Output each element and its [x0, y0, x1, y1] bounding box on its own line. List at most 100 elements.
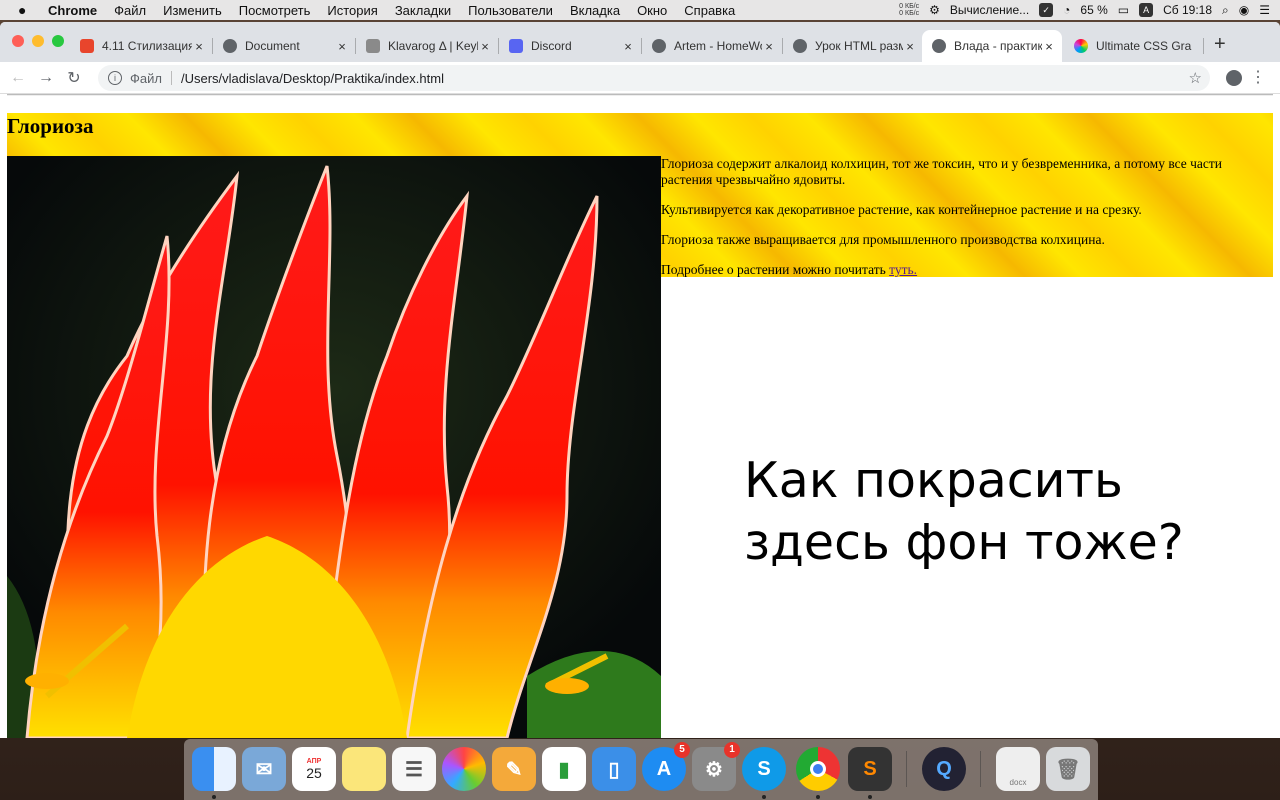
system-preferences-icon[interactable]: ⚙ 1 — [692, 742, 740, 791]
keynote-icon[interactable]: ▯ — [592, 747, 636, 791]
tab-document[interactable]: Document × — [213, 30, 355, 62]
new-tab-button[interactable]: + — [1214, 33, 1226, 56]
tab-close-icon[interactable]: × — [335, 39, 349, 54]
tab-close-icon[interactable]: × — [192, 39, 206, 54]
reminders-icon[interactable]: ☰ — [392, 747, 436, 791]
dock-separator — [906, 751, 907, 787]
minimize-window-button[interactable] — [32, 35, 44, 47]
calendar-month: АПР — [306, 757, 322, 765]
browser-toolbar: ← → ↻ i Файл /Users/vladislava/Desktop/P… — [0, 62, 1280, 94]
tab-title: 4.11 Стилизация — [102, 39, 192, 53]
tab-html-lesson[interactable]: Урок HTML разм × — [783, 30, 923, 62]
battery-percent[interactable]: 65 % — [1080, 3, 1107, 17]
gradient-icon — [1074, 39, 1088, 53]
window-controls — [12, 35, 72, 47]
reload-icon[interactable]: ↻ — [60, 68, 88, 88]
notes-icon[interactable] — [342, 747, 386, 791]
app-menu[interactable]: Chrome — [48, 3, 97, 18]
menu-tab[interactable]: Вкладка — [570, 3, 620, 18]
question-text: Как покрасить здесь фон тоже? — [744, 452, 1184, 571]
globe-icon — [223, 39, 237, 53]
file-label: docx — [1009, 778, 1027, 787]
numbers-icon[interactable]: ▮ — [542, 747, 586, 791]
scheme-label: Файл — [130, 70, 162, 86]
running-indicator — [762, 795, 766, 799]
forward-arrow-icon[interactable]: → — [32, 69, 60, 87]
net-down: 0 КБ/с — [899, 10, 920, 17]
paragraph-cultivation: Культивируется как декоративное растение… — [661, 202, 1142, 217]
tab-vlada-praktika[interactable]: Влада - практик × — [922, 30, 1062, 62]
back-arrow-icon[interactable]: ← — [4, 69, 32, 87]
close-window-button[interactable] — [12, 35, 24, 47]
maximize-window-button[interactable] — [52, 35, 64, 47]
menu-file[interactable]: Файл — [114, 3, 146, 18]
menu-window[interactable]: Окно — [637, 3, 667, 18]
siri-icon[interactable]: ◉ — [1239, 3, 1249, 17]
menu-history[interactable]: История — [327, 3, 377, 18]
tab-title: Klavarog Δ | Keyb — [388, 39, 478, 53]
running-indicator — [212, 795, 216, 799]
mail-icon[interactable]: ✉ — [242, 747, 286, 791]
tab-stylization[interactable]: 4.11 Стилизация × — [70, 30, 212, 62]
menu-dots-icon[interactable]: ⋮ — [1250, 67, 1266, 87]
photos-icon[interactable] — [442, 747, 486, 791]
menu-edit[interactable]: Изменить — [163, 3, 222, 18]
tab-css-gradient[interactable]: Ultimate CSS Gra — [1064, 30, 1204, 62]
spotlight-icon[interactable]: ⌕ — [1222, 3, 1229, 18]
globe-icon — [932, 39, 946, 53]
apple-icon[interactable]: ● — [18, 2, 34, 18]
page-heading: Глориоза — [7, 114, 94, 138]
description-column: Глориоза содержит алкалоид колхицин, тот… — [661, 156, 1271, 292]
profile-avatar-icon[interactable] — [1226, 70, 1242, 86]
dock-separator — [980, 751, 981, 787]
trash-icon[interactable]: 🗑 — [1046, 747, 1090, 791]
app-store-icon[interactable]: A5 — [642, 742, 690, 791]
info-icon[interactable]: i — [108, 71, 122, 85]
tab-discord[interactable]: Discord × — [499, 30, 641, 62]
pages-icon[interactable]: ✎ — [492, 747, 536, 791]
tab-close-icon[interactable]: × — [762, 39, 776, 54]
tab-close-icon[interactable]: × — [478, 39, 492, 54]
running-indicator — [816, 795, 820, 799]
address-bar[interactable]: i Файл /Users/vladislava/Desktop/Praktik… — [98, 65, 1210, 91]
skype-icon[interactable]: S — [742, 747, 786, 799]
browser-window: 4.11 Стилизация × Document × Klavarog Δ … — [0, 22, 1280, 738]
battery-icon[interactable]: ▭ — [1118, 3, 1129, 17]
bookmark-star-icon[interactable]: ☆ — [1189, 69, 1202, 87]
menu-bookmarks[interactable]: Закладки — [395, 3, 451, 18]
wifi-icon[interactable]: ◔ — [1063, 3, 1070, 17]
finder-icon[interactable] — [192, 747, 236, 799]
menu-view[interactable]: Посмотреть — [239, 3, 311, 18]
tab-klavarog[interactable]: Klavarog Δ | Keyb × — [356, 30, 498, 62]
tab-artem[interactable]: Artem - HomeWo × — [642, 30, 782, 62]
status-area: 0 КБ/с 0 КБ/с ⚙ Вычисление... ✓ ◔ 65 % ▭… — [899, 0, 1280, 20]
menu-people[interactable]: Пользователи — [468, 3, 553, 18]
tab-close-icon[interactable]: × — [1042, 39, 1056, 54]
clock[interactable]: Сб 19:18 — [1163, 3, 1212, 17]
check-icon[interactable]: ✓ — [1039, 3, 1054, 17]
input-source-icon[interactable]: A — [1139, 3, 1154, 17]
tab-title: Урок HTML разм — [815, 39, 903, 53]
tab-title: Влада - практик — [954, 39, 1042, 53]
paragraph-more-info: Подробнее о растении можно почитать туть… — [661, 262, 1271, 278]
sublime-text-icon[interactable]: S — [848, 747, 892, 799]
dock: ✉ АПР 25 ☰ ✎ ▮ ▯ A5 ⚙ 1 S S Q docx 🗑 — [184, 739, 1098, 800]
gear-status-icon[interactable]: ⚙ — [929, 3, 940, 17]
chrome-center — [810, 761, 826, 777]
running-indicator — [868, 795, 872, 799]
horizontal-rule — [7, 94, 1273, 96]
url-text[interactable]: /Users/vladislava/Desktop/Praktika/index… — [181, 71, 444, 86]
tab-title: Document — [245, 39, 300, 53]
tab-close-icon[interactable]: × — [621, 39, 635, 54]
tab-title: Artem - HomeWo — [674, 39, 762, 53]
chrome-icon[interactable] — [796, 747, 840, 799]
menu-help[interactable]: Справка — [684, 3, 735, 18]
quicktime-icon[interactable]: Q — [922, 747, 966, 791]
calendar-icon[interactable]: АПР 25 — [292, 747, 336, 791]
discord-icon — [509, 39, 523, 53]
more-info-link[interactable]: туть. — [889, 262, 917, 277]
status-text[interactable]: Вычисление... — [950, 3, 1029, 17]
notification-center-icon[interactable]: ☰ — [1259, 3, 1270, 17]
document-file-icon[interactable]: docx — [996, 747, 1040, 791]
tab-close-icon[interactable]: × — [903, 39, 917, 54]
